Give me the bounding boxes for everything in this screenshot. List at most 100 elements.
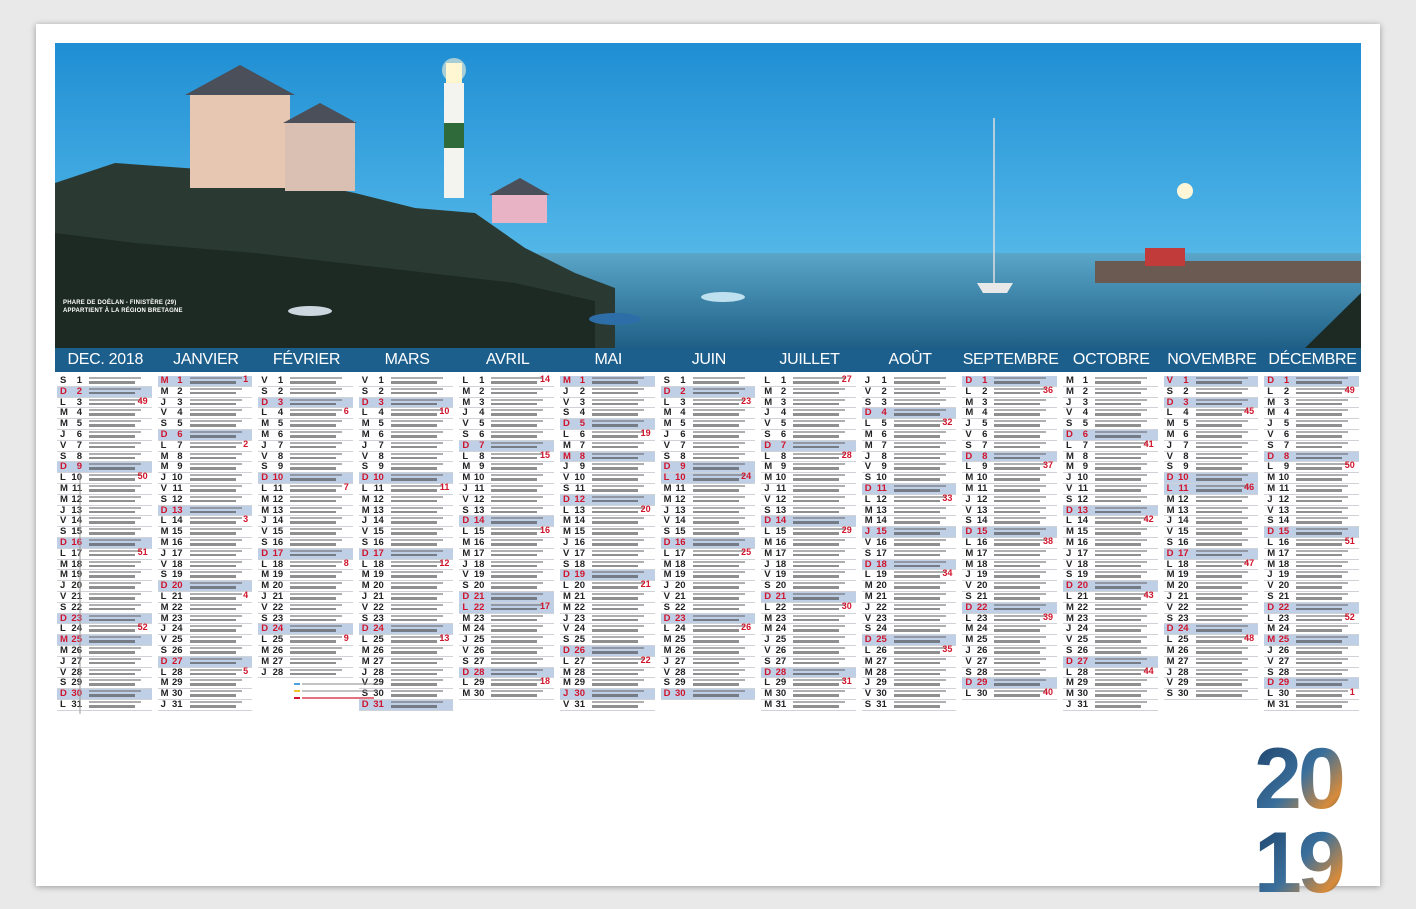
saint-name-line [1195, 651, 1242, 654]
saint-name-line [189, 441, 242, 444]
day-number: 7 [1283, 439, 1290, 451]
saint-name-line [793, 683, 840, 686]
saint-name-line [793, 629, 840, 632]
day-number: 9 [1283, 461, 1290, 473]
day-number: 11 [172, 483, 183, 494]
saint-name-line [793, 614, 846, 617]
saint-name-line [189, 435, 236, 438]
week-number: 6 [343, 406, 349, 417]
saint-name-line [793, 586, 840, 589]
saint-name-line [290, 636, 343, 639]
weekday-letter: D [1166, 396, 1174, 408]
saint-name-line [390, 499, 437, 503]
saint-name-line [189, 517, 242, 520]
saint-name-line [692, 539, 745, 541]
printer-side-text [79, 474, 81, 714]
saint-name-line [89, 539, 141, 541]
saint-name-line [793, 387, 846, 390]
day-number: 11 [977, 483, 988, 494]
saint-name-line [189, 618, 236, 622]
day-number: 5 [277, 418, 284, 430]
weekday-letter: V [663, 515, 670, 527]
saint-name-line [994, 485, 1047, 487]
day-number: 21 [976, 591, 988, 602]
saint-name-line [491, 553, 538, 557]
day-number: 28 [976, 666, 988, 678]
day-row: D3 [258, 397, 353, 409]
weekday-letter: V [1066, 634, 1073, 646]
weekday-letter: V [1166, 677, 1173, 689]
weekday-letter: M [563, 677, 571, 689]
saint-name-line [189, 521, 236, 524]
saint-name-line [189, 560, 242, 563]
weekday-letter: L [1066, 666, 1072, 678]
saint-name-line [89, 705, 135, 708]
weekday-letter: V [261, 375, 268, 386]
saint-name-line [793, 402, 840, 406]
month-name: NOVEMBRE [1167, 351, 1257, 368]
weekday-letter: V [361, 450, 369, 462]
weekday-letter: D [1267, 677, 1275, 689]
day-number: 26 [172, 645, 183, 656]
saint-name-line [793, 603, 846, 606]
saint-name-line [793, 618, 840, 622]
day-number: 9 [177, 461, 183, 473]
saint-name-line [1296, 506, 1349, 509]
weekday-letter: D [462, 515, 470, 527]
saint-name-line [793, 564, 840, 568]
saint-name-line [994, 625, 1047, 628]
saint-name-line [994, 539, 1047, 541]
day-number: 17 [1278, 547, 1290, 559]
saint-name-line [692, 553, 739, 557]
saint-name-line [692, 657, 745, 660]
weekday-letter: J [261, 439, 267, 451]
saint-name-line [189, 467, 236, 470]
week-number: 41 [1143, 438, 1154, 449]
day-number: 27 [675, 655, 686, 667]
saint-name-line [390, 564, 437, 568]
day-number: 22 [272, 601, 284, 613]
saint-name-line [1195, 506, 1248, 509]
weekday-letter: D [663, 688, 671, 700]
day-number: 19 [1178, 569, 1189, 581]
weekday-letter: M [60, 493, 68, 505]
day-number: 30 [1278, 688, 1290, 700]
saint-name-line [1296, 705, 1343, 708]
saint-name-line [390, 543, 437, 546]
saint-name-line [290, 614, 343, 617]
saint-name-line [290, 478, 337, 481]
saint-name-line [592, 647, 644, 649]
day-number: 7 [177, 439, 183, 451]
weekday-letter: M [160, 601, 169, 613]
saint-name-line [290, 661, 337, 665]
day-number: 5 [378, 418, 384, 430]
saint-name-line [1095, 381, 1141, 384]
saint-name-line [290, 489, 337, 492]
day-number: 18 [976, 558, 988, 570]
week-number: 28 [841, 449, 852, 460]
day-number: 11 [876, 483, 887, 494]
weekday-letter: M [764, 688, 773, 700]
weekday-letter: D [261, 472, 269, 484]
weekday-letter: M [1066, 375, 1074, 386]
day-number: 1 [680, 375, 686, 386]
weekday-letter: J [1267, 493, 1273, 505]
saint-name-line [1095, 441, 1147, 444]
saint-name-line [1296, 532, 1343, 535]
weekday-letter: S [1066, 569, 1073, 581]
saint-name-line [390, 701, 443, 703]
saint-name-line [1296, 614, 1349, 617]
saint-name-line [592, 694, 638, 697]
weekday-letter: M [563, 666, 571, 678]
weekday-letter: M [764, 461, 773, 473]
day-number: 14 [473, 515, 485, 527]
weekday-letter: V [1166, 601, 1173, 613]
day-number: 14 [172, 515, 183, 527]
day-number: 11 [675, 483, 686, 494]
saint-name-line [793, 463, 846, 466]
day-number: 13 [172, 504, 183, 516]
saint-name-line [994, 661, 1041, 665]
saint-name-line [390, 420, 443, 423]
saint-name-line [1296, 510, 1343, 514]
saint-name-line [491, 564, 538, 568]
